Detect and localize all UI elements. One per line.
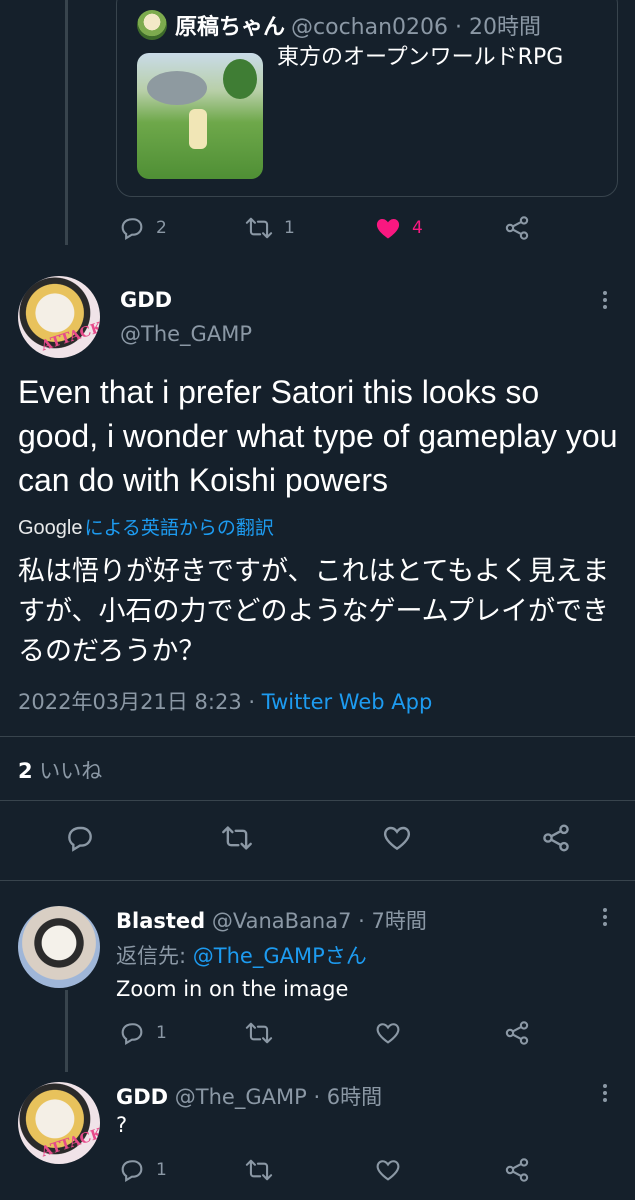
reply-handle-time: @The_GAMP · 6時間: [168, 1085, 383, 1109]
reply-retweet-button[interactable]: [244, 1019, 274, 1047]
main-author-avatar[interactable]: ATTACK!: [18, 276, 100, 358]
more-icon[interactable]: [593, 288, 617, 312]
quoted-avatar[interactable]: [137, 10, 167, 40]
translation-attribution[interactable]: Google による英語からの翻訳: [18, 513, 274, 540]
reply-header: Blasted @VanaBana7 · 7時間: [116, 905, 427, 935]
reply-share-button[interactable]: [503, 1156, 531, 1184]
more-icon[interactable]: [593, 1081, 617, 1105]
share-icon: [505, 216, 529, 240]
like-icon: [376, 1160, 400, 1181]
main-retweet-button[interactable]: [220, 822, 254, 854]
reply-count: 2: [156, 218, 167, 238]
more-icon[interactable]: [593, 905, 617, 929]
retweet-icon: [245, 1022, 273, 1044]
reply-like-button[interactable]: [374, 1156, 402, 1184]
retweet-icon: [245, 1159, 273, 1181]
reply-text: ?: [116, 1113, 128, 1137]
retweet-icon: [245, 217, 273, 239]
main-like-button[interactable]: [381, 822, 413, 854]
reply-author-name[interactable]: Blasted: [116, 909, 205, 933]
reply-handle-time: @VanaBana7 · 7時間: [205, 909, 427, 933]
tweet-meta: 2022年03月21日 8:23 · Twitter Web App: [18, 686, 432, 716]
quoted-tweet-text: 東方のオープンワールドRPG: [277, 45, 564, 70]
divider: [0, 736, 635, 737]
reply-to-prefix: 返信先:: [116, 944, 193, 968]
divider: [0, 880, 635, 881]
share-button[interactable]: [503, 214, 531, 242]
thread-line-top: [65, 0, 68, 245]
reply-to-handle[interactable]: @The_GAMPさん: [193, 944, 367, 968]
reply-like-button[interactable]: [374, 1019, 402, 1047]
reply-reply-button[interactable]: 1: [118, 1019, 167, 1047]
reply-to: 返信先: @The_GAMPさん: [116, 940, 367, 970]
reply-avatar[interactable]: [18, 906, 100, 988]
reply-icon: [68, 826, 92, 852]
quoted-handle-time: @cochan0206 · 20時間: [291, 15, 541, 40]
reply-text: Zoom in on the image: [116, 977, 349, 1001]
likes-count: 2: [18, 759, 33, 783]
likes-summary[interactable]: 2 いいね: [18, 755, 102, 785]
reply-avatar[interactable]: ATTACK!: [18, 1082, 100, 1164]
reply-share-button[interactable]: [503, 1019, 531, 1047]
main-tweet-text: Even that i prefer Satori this looks so …: [18, 374, 618, 498]
avatar-attack-text: ATTACK!: [39, 317, 100, 355]
tweet-date[interactable]: 2022年03月21日 8:23 ·: [18, 690, 262, 714]
main-author-name[interactable]: GDD: [120, 288, 172, 312]
translation-label[interactable]: による英語からの翻訳: [85, 513, 274, 540]
tweet-source[interactable]: Twitter Web App: [262, 690, 433, 714]
reply-author-name[interactable]: GDD: [116, 1085, 168, 1109]
reply-icon: [121, 1160, 143, 1183]
main-reply-button[interactable]: [64, 822, 96, 854]
translated-text: 私は悟りが好きですが、これはとてもよく見えますが、小石の力でどのようなゲームプレ…: [18, 556, 610, 667]
share-icon: [505, 1021, 529, 1045]
quoted-author-name[interactable]: 原稿ちゃん: [175, 9, 285, 41]
main-share-button[interactable]: [540, 822, 572, 854]
retweet-button[interactable]: 1: [244, 214, 295, 242]
retweet-count: 1: [284, 218, 295, 238]
quoted-tweet-card[interactable]: 原稿ちゃん @cochan0206 · 20時間 東方のオープンワールドRPG: [116, 0, 618, 197]
thumb-tree: [223, 59, 257, 99]
reply-count: 1: [156, 1160, 167, 1180]
google-logo-text: Google: [18, 517, 83, 539]
thumb-rock: [147, 71, 207, 105]
reply-icon: [121, 218, 143, 241]
share-icon: [505, 1158, 529, 1182]
like-button[interactable]: 4: [374, 214, 423, 242]
thumb-character: [189, 109, 207, 149]
like-count: 4: [412, 218, 423, 238]
likes-label: いいね: [32, 759, 103, 783]
reply-count: 1: [156, 1023, 167, 1043]
retweet-icon: [222, 826, 252, 850]
avatar-attack-text: ATTACK!: [39, 1123, 100, 1161]
reply-retweet-button[interactable]: [244, 1156, 274, 1184]
share-icon: [543, 824, 569, 852]
like-icon: [383, 826, 411, 851]
reply-button[interactable]: 2: [118, 214, 167, 242]
reply-reply-button[interactable]: 1: [118, 1156, 167, 1184]
main-author-handle[interactable]: @The_GAMP: [120, 322, 252, 346]
reply-icon: [121, 1023, 143, 1046]
like-filled-icon: [376, 219, 400, 239]
quoted-media-thumbnail[interactable]: [137, 53, 263, 179]
quoted-tweet-header: 原稿ちゃん @cochan0206 · 20時間: [137, 9, 541, 41]
like-icon: [376, 1023, 400, 1044]
reply-header: GDD @The_GAMP · 6時間: [116, 1081, 382, 1111]
divider: [0, 800, 635, 801]
thread-line-reply: [65, 990, 68, 1072]
